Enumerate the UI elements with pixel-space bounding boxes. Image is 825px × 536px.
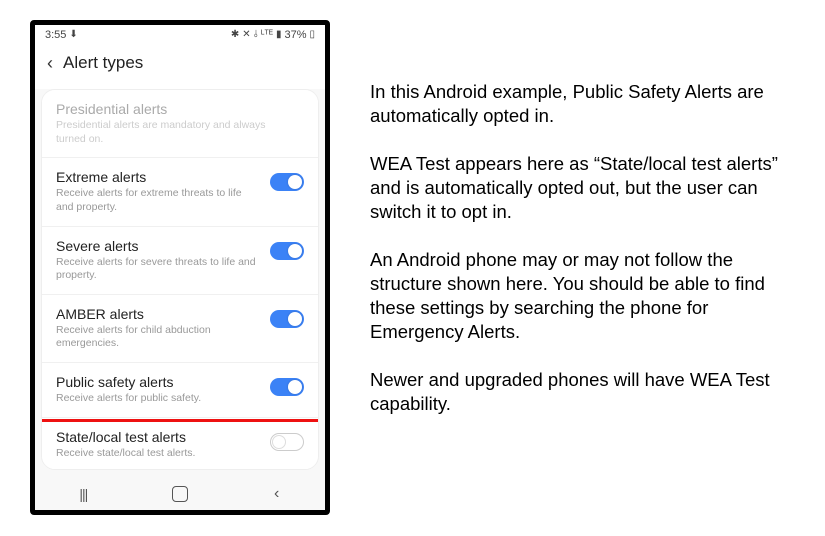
row-presidential-alerts: Presidential alerts Presidential alerts … (42, 90, 318, 158)
row-title: State/local test alerts (56, 429, 260, 445)
screen-header: ‹ Alert types (35, 43, 325, 89)
toggle-knob-icon (288, 312, 302, 326)
explain-paragraph-1: In this Android example, Public Safety A… (370, 80, 795, 128)
row-title: Presidential alerts (56, 101, 294, 117)
network-icon: ⫰ (254, 30, 258, 40)
alerts-list: Presidential alerts Presidential alerts … (41, 89, 319, 470)
phone-frame: 3:55 ⬇ ✱ ✕ ⫰ ᴸᵀᴱ ▮ 37% ▯ ‹ Alert types P… (30, 20, 330, 515)
nav-home-button[interactable] (160, 484, 200, 504)
row-text: AMBER alerts Receive alerts for child ab… (56, 306, 270, 351)
row-desc: Receive alerts for public safety. (56, 392, 260, 406)
explain-paragraph-3: An Android phone may or may not follow t… (370, 248, 795, 344)
status-time: 3:55 (45, 29, 66, 41)
toggle-knob-icon (272, 435, 286, 449)
nav-recents-icon: ||| (79, 486, 87, 502)
row-title: AMBER alerts (56, 306, 260, 322)
toggle-amber[interactable] (270, 310, 304, 328)
page-title: Alert types (63, 53, 143, 73)
toggle-knob-icon (288, 380, 302, 394)
explain-paragraph-4: Newer and upgraded phones will have WEA … (370, 368, 795, 416)
status-right: ✱ ✕ ⫰ ᴸᵀᴱ ▮ 37% ▯ (231, 29, 315, 41)
lte-icon: ᴸᵀᴱ (261, 30, 273, 40)
toggle-knob-icon (288, 244, 302, 258)
status-bar: 3:55 ⬇ ✱ ✕ ⫰ ᴸᵀᴱ ▮ 37% ▯ (35, 25, 325, 43)
back-icon[interactable]: ‹ (47, 54, 53, 72)
toggle-knob-icon (288, 175, 302, 189)
wifi-off-icon: ✕ (242, 30, 250, 40)
toggle-extreme[interactable] (270, 173, 304, 191)
page-layout: 3:55 ⬇ ✱ ✕ ⫰ ᴸᵀᴱ ▮ 37% ▯ ‹ Alert types P… (0, 0, 825, 535)
signal-icon: ▮ (276, 30, 282, 40)
row-public-safety-alerts[interactable]: Public safety alerts Receive alerts for … (42, 363, 318, 418)
nav-back-icon: ‹ (274, 485, 279, 503)
row-text: Public safety alerts Receive alerts for … (56, 374, 270, 406)
explain-paragraph-2: WEA Test appears here as “State/local te… (370, 152, 795, 224)
toggle-severe[interactable] (270, 242, 304, 260)
download-icon: ⬇ (69, 30, 77, 40)
row-state-local-test-alerts[interactable]: State/local test alerts Receive state/lo… (42, 418, 318, 470)
row-title: Extreme alerts (56, 169, 260, 185)
android-nav-bar: ||| ‹ (35, 476, 325, 510)
row-text: Severe alerts Receive alerts for severe … (56, 238, 270, 283)
row-title: Public safety alerts (56, 374, 260, 390)
row-desc: Receive state/local test alerts. (56, 447, 260, 461)
status-left: 3:55 ⬇ (45, 29, 78, 41)
row-amber-alerts[interactable]: AMBER alerts Receive alerts for child ab… (42, 295, 318, 363)
nav-back-button[interactable]: ‹ (257, 484, 297, 504)
row-extreme-alerts[interactable]: Extreme alerts Receive alerts for extrem… (42, 158, 318, 226)
battery-percent: 37% (284, 29, 306, 41)
nav-recents-button[interactable]: ||| (63, 484, 103, 504)
row-desc: Presidential alerts are mandatory and al… (56, 119, 294, 146)
row-text: Presidential alerts Presidential alerts … (56, 101, 304, 146)
row-title: Severe alerts (56, 238, 260, 254)
explanation-text: In this Android example, Public Safety A… (370, 20, 795, 515)
bluetooth-icon: ✱ (231, 30, 239, 40)
battery-icon: ▯ (309, 30, 315, 40)
row-desc: Receive alerts for extreme threats to li… (56, 187, 260, 214)
row-severe-alerts[interactable]: Severe alerts Receive alerts for severe … (42, 227, 318, 295)
row-text: Extreme alerts Receive alerts for extrem… (56, 169, 270, 214)
row-text: State/local test alerts Receive state/lo… (56, 429, 270, 461)
row-desc: Receive alerts for severe threats to lif… (56, 256, 260, 283)
toggle-state-local[interactable] (270, 433, 304, 451)
toggle-public-safety[interactable] (270, 378, 304, 396)
row-desc: Receive alerts for child abduction emerg… (56, 324, 260, 351)
nav-home-icon (172, 486, 188, 502)
